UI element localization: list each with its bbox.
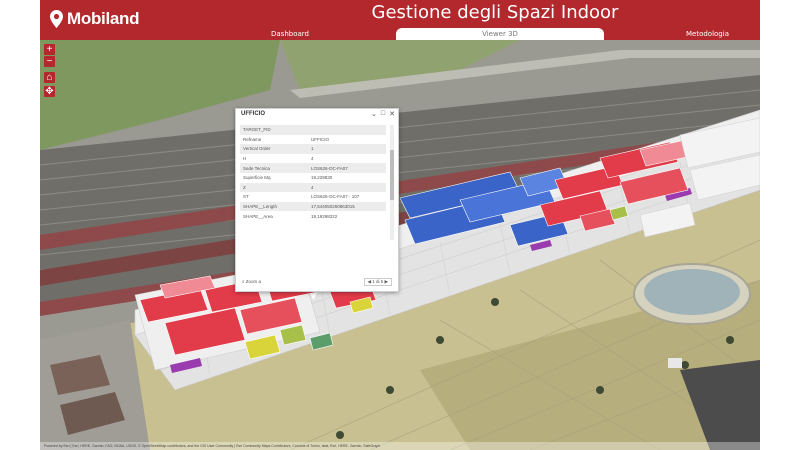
attr-value: 1 [308,144,386,154]
table-row: Superficie Mq 19,229830 [240,173,386,183]
collapse-icon[interactable]: ⌄ [371,110,377,118]
table-row: ST LOS626-OC-FA07 - 107 [240,192,386,202]
attr-value: LOS626-OC-FA07 [308,163,386,173]
attr-value: UFFICIO [311,136,329,142]
feature-popup: UFFICIO ⌄ □ ✕ TARGET_FID Refname UFFICIO … [235,108,399,292]
table-row: TARGET_FID [240,125,386,135]
attr-key: Vertical Order [240,144,308,154]
zoom-out-button[interactable]: − [44,56,55,67]
table-row: H4 [240,154,386,164]
zoom-to-link[interactable]: ⌕ Zoom a [242,279,261,284]
attr-key: Superficie Mq [243,175,271,181]
tab-metodologia[interactable]: Metodologia [670,28,745,40]
logo-text: Mobiland [67,9,140,28]
attr-value [308,125,386,135]
popup-title: UFFICIO [241,111,265,117]
attribute-table: TARGET_FID Refname UFFICIO Vertical Order… [240,125,386,221]
attr-key: TARGET_FID [240,125,308,135]
popup-header: UFFICIO ⌄ □ ✕ [236,109,398,122]
page-title: Gestione degli Spazi Indoor [371,2,619,23]
home-button[interactable]: ⌂ [44,72,55,83]
attr-key: Refname [243,136,262,142]
table-row: SHAPE__Area 19,19298322 [240,211,386,221]
scrollbar-thumb[interactable] [390,150,394,200]
attr-key: Sede Tecnica [240,163,308,173]
attr-value: 19,19298322 [311,213,338,219]
table-row: Vertical Order 1 [240,144,386,154]
app-header: Mobiland Gestione degli Spazi Indoor Das… [40,0,760,40]
zoom-to-label: Zoom a [245,279,262,284]
tab-dashboard[interactable]: Dashboard [255,28,325,40]
tab-viewer-3d[interactable]: Viewer 3D [396,28,604,40]
popup-footer: ⌕ Zoom a ◀ 1 di 5 ▶ [240,277,394,287]
table-row: SHAPE__Length 17,544050260863015 [240,201,386,212]
attr-key: H [243,156,247,162]
attr-value: LOS626-OC-FA07 - 107 [311,194,360,200]
popup-scrollbar[interactable] [390,125,394,240]
table-row: Refname UFFICIO [240,135,386,145]
compass-button[interactable]: ✥ [44,86,55,97]
attr-value: 4 [311,156,314,162]
dock-icon[interactable]: □ [381,110,385,118]
attr-key: Z [240,182,308,193]
zoom-in-button[interactable]: + [44,44,55,55]
attr-key: SHAPE__Area [243,213,273,219]
attr-value: 19,229830 [311,175,333,181]
popup-controls: ⌄ □ ✕ [371,110,395,118]
feature-pager[interactable]: ◀ 1 di 5 ▶ [363,278,392,286]
attr-key: SHAPE__Length [240,201,308,212]
attr-value: 17,544050260863015 [308,201,386,212]
attr-key: ST [243,194,249,200]
scene-3d-view[interactable] [40,40,760,450]
map-pin-icon [50,10,63,28]
attr-value: 4 [308,182,386,193]
table-row: Sede Tecnica LOS626-OC-FA07 [240,163,386,173]
fountain-water [644,269,740,315]
app-frame: Mobiland Gestione degli Spazi Indoor Das… [40,0,760,450]
map-attribution: Powered by Esri | Esri, HERE, Garmin, FA… [40,442,760,450]
vehicle [668,358,682,368]
app-logo[interactable]: Mobiland [50,9,140,29]
close-icon[interactable]: ✕ [389,110,395,118]
table-row: Z4 [240,182,386,193]
